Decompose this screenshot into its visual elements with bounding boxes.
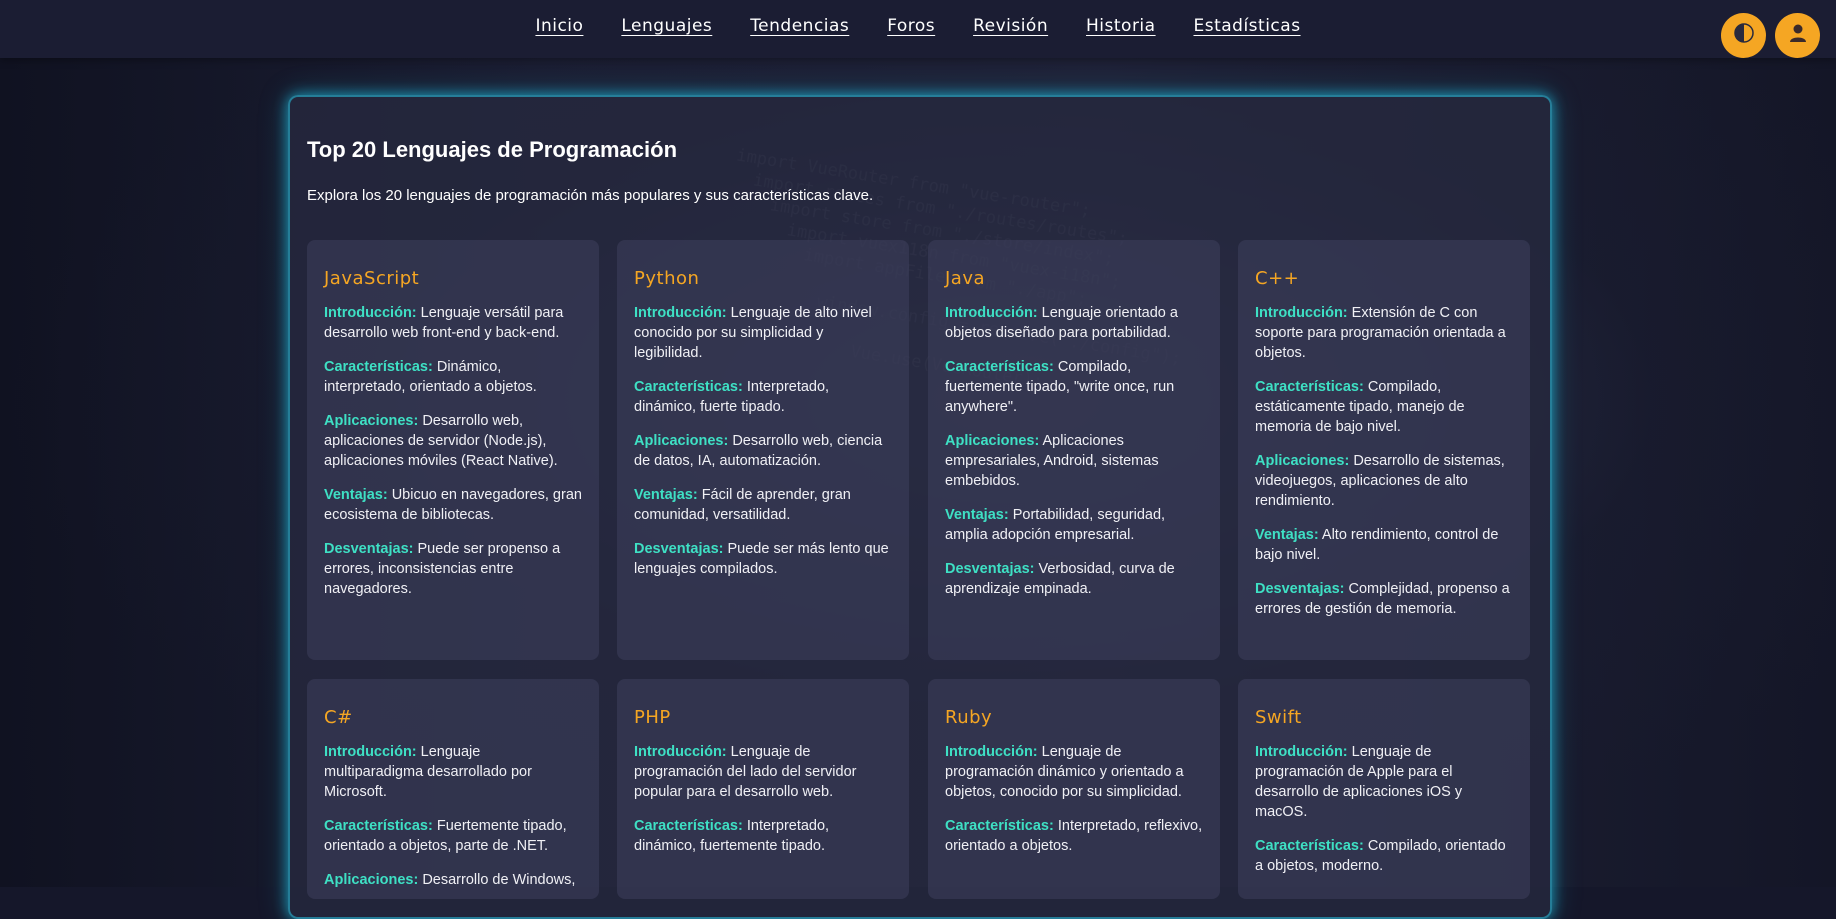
language-card-ruby: Ruby Introducción: Lenguaje de programac… — [928, 679, 1220, 899]
language-card-swift: Swift Introducción: Lenguaje de programa… — [1238, 679, 1530, 899]
language-cons: Desventajas: Complejidad, propenso a err… — [1255, 581, 1510, 617]
nav-link-revision[interactable]: Revisión — [973, 16, 1048, 36]
language-card-java: Java Introducción: Lenguaje orientado a … — [928, 240, 1220, 660]
language-intro: Introducción: Lenguaje de alto nivel con… — [634, 305, 872, 361]
language-name: Python — [634, 268, 700, 289]
page-intro: Explora los 20 lenguajes de programación… — [307, 187, 874, 204]
language-card-python: Python Introducción: Lenguaje de alto ni… — [617, 240, 909, 660]
language-name: Swift — [1255, 707, 1302, 728]
language-features: Características: Compilado, fuertemente … — [945, 359, 1175, 415]
nav-link-foros[interactable]: Foros — [887, 16, 935, 36]
language-apps: Aplicaciones: Desarrollo web, ciencia de… — [634, 433, 883, 469]
nav-links: Inicio Lenguajes Tendencias Foros Revisi… — [0, 16, 1836, 36]
language-name: C# — [324, 707, 353, 728]
language-pros: Ventajas: Alto rendimiento, control de b… — [1255, 527, 1499, 563]
language-features: Características: Interpretado, dinámico,… — [634, 379, 830, 415]
languages-panel: Top 20 Lenguajes de Programación Explora… — [288, 95, 1552, 919]
language-features: Características: Interpretado, reflexivo… — [945, 818, 1203, 854]
language-features: Características: Compilado, orientado a … — [1255, 838, 1506, 874]
language-features: Características: Compilado, estáticament… — [1255, 379, 1465, 435]
language-intro: Introducción: Lenguaje orientado a objet… — [945, 305, 1178, 341]
language-card-php: PHP Introducción: Lenguaje de programaci… — [617, 679, 909, 899]
language-name: Ruby — [945, 707, 993, 728]
language-features: Características: Interpretado, dinámico,… — [634, 818, 830, 854]
nav-link-inicio[interactable]: Inicio — [535, 16, 583, 36]
language-features: Características: Dinámico, interpretado,… — [324, 359, 537, 395]
language-apps: Aplicaciones: Desarrollo de sistemas, vi… — [1255, 453, 1505, 509]
nav-link-tendencias[interactable]: Tendencias — [750, 16, 849, 36]
language-apps: Aplicaciones: Aplicaciones empresariales… — [945, 433, 1159, 489]
language-cons: Desventajas: Verbosidad, curva de aprend… — [945, 561, 1175, 597]
theme-toggle-icon — [1733, 22, 1755, 49]
language-apps: Aplicaciones: Desarrollo de Windows, — [324, 872, 576, 888]
nav-link-lenguajes[interactable]: Lenguajes — [621, 16, 712, 36]
nav-link-estadisticas[interactable]: Estadísticas — [1193, 16, 1300, 36]
language-pros: Ventajas: Fácil de aprender, gran comuni… — [634, 487, 851, 523]
language-card-csharp: C# Introducción: Lenguaje multiparadigma… — [307, 679, 599, 899]
language-intro: Introducción: Lenguaje de programación d… — [634, 744, 857, 800]
language-name: Java — [945, 268, 986, 289]
user-icon — [1788, 23, 1808, 48]
nav-link-historia[interactable]: Historia — [1086, 16, 1156, 36]
user-profile-button[interactable] — [1775, 13, 1820, 58]
top-nav: Inicio Lenguajes Tendencias Foros Revisi… — [0, 0, 1836, 58]
language-apps: Aplicaciones: Desarrollo web, aplicacion… — [324, 413, 558, 469]
page-title: Top 20 Lenguajes de Programación — [307, 137, 678, 162]
language-features: Características: Fuertemente tipado, ori… — [324, 818, 567, 854]
language-name: C++ — [1255, 268, 1300, 289]
language-intro: Introducción: Extensión de C con soporte… — [1255, 305, 1506, 361]
language-name: JavaScript — [324, 268, 420, 289]
language-intro: Introducción: Lenguaje de programación d… — [1255, 744, 1463, 820]
language-intro: Introducción: Lenguaje de programación d… — [945, 744, 1184, 800]
language-card-javascript: JavaScript Introducción: Lenguaje versát… — [307, 240, 599, 660]
language-cons: Desventajas: Puede ser propenso a errore… — [324, 541, 561, 597]
language-name: PHP — [634, 707, 671, 728]
language-pros: Ventajas: Portabilidad, seguridad, ampli… — [945, 507, 1166, 543]
language-intro: Introducción: Lenguaje versátil para des… — [324, 305, 564, 341]
language-cons: Desventajas: Puede ser más lento que len… — [634, 541, 889, 577]
language-pros: Ventajas: Ubicuo en navegadores, gran ec… — [324, 487, 582, 523]
language-card-cpp: C++ Introducción: Extensión de C con sop… — [1238, 240, 1530, 660]
theme-toggle-button[interactable] — [1721, 13, 1766, 58]
language-intro: Introducción: Lenguaje multiparadigma de… — [324, 744, 532, 800]
